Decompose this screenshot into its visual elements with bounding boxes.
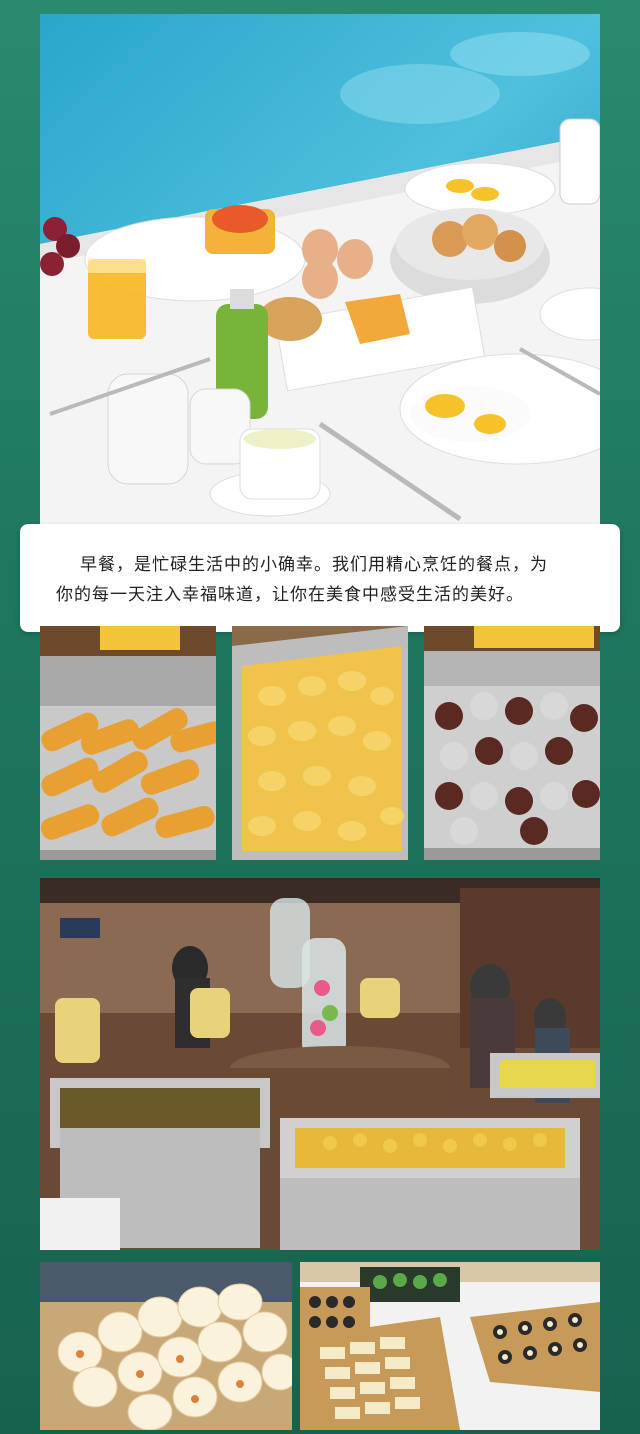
caption-card: 早餐，是忙碌生活中的小确幸。我们用精心烹饪的餐点，为 你的每一天注入幸福味道，让… — [20, 524, 620, 632]
caption-line-1: 早餐，是忙碌生活中的小确幸。我们用精心烹饪的餐点，为 — [80, 555, 548, 575]
spring-rolls-tray-photo — [40, 626, 216, 860]
chocolate-cupcakes-tray-photo — [424, 626, 600, 860]
buffet-hall-photo — [40, 878, 600, 1250]
steamed-buns-photo — [40, 1262, 292, 1430]
fried-potato-tray-photo — [232, 626, 408, 860]
breakfast-table-photo — [40, 14, 600, 524]
sushi-platter-photo — [300, 1262, 600, 1430]
caption-line-2: 你的每一天注入幸福味道，让你在美食中感受生活的美好。 — [56, 585, 524, 605]
